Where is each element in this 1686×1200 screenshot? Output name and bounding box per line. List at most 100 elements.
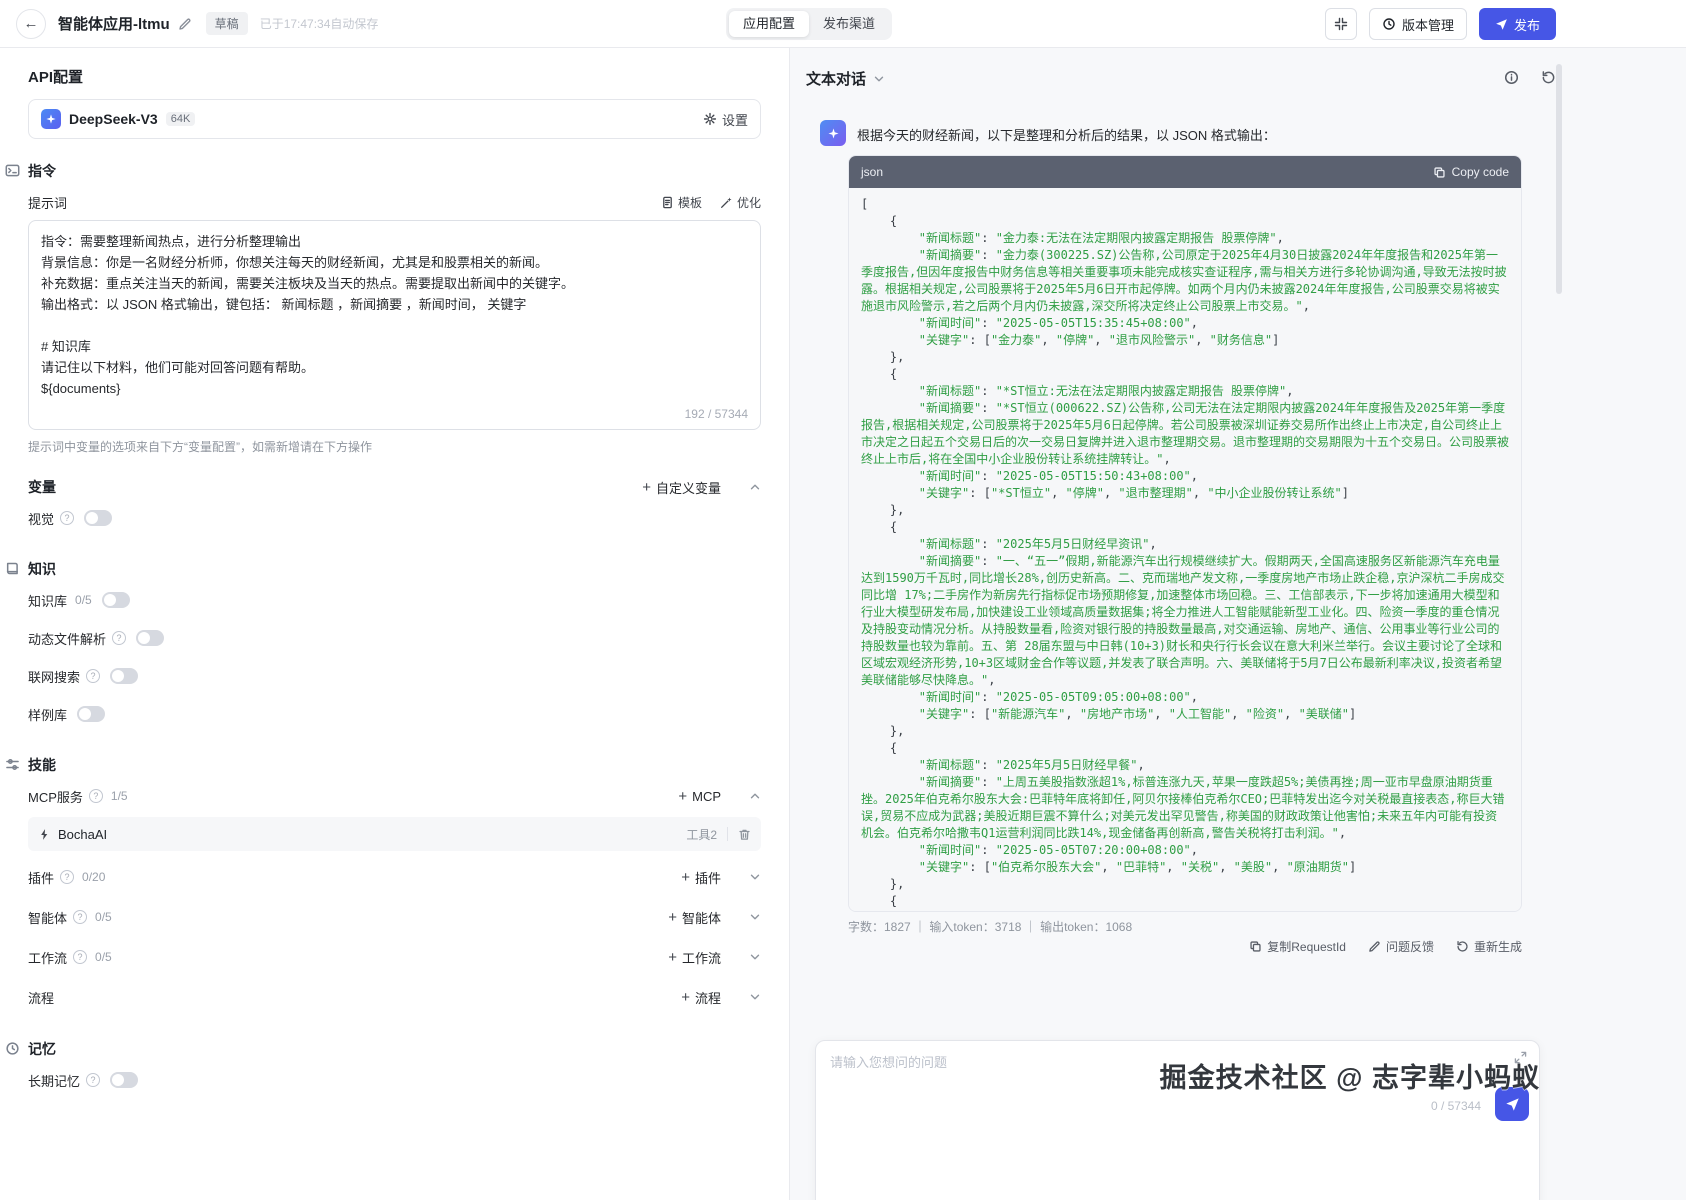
- web-search-label: 联网搜索: [28, 669, 81, 685]
- workflow-row: 工作流 0/5 + 工作流: [28, 937, 761, 977]
- add-flow-button[interactable]: + 流程: [681, 988, 721, 1007]
- refresh-icon[interactable]: [1541, 70, 1556, 85]
- book-icon: [5, 561, 20, 576]
- scrollbar-thumb[interactable]: [1556, 64, 1562, 294]
- add-agent-button[interactable]: + 智能体: [668, 908, 721, 927]
- api-config-panel: API配置 DeepSeek-V3 64K 设置 指令 提示词 模板 优化 指令…: [0, 48, 790, 1200]
- copy-request-id-button[interactable]: 复制RequestId: [1249, 938, 1346, 955]
- model-selector-card[interactable]: DeepSeek-V3 64K 设置: [28, 99, 761, 139]
- assistant-avatar: [820, 120, 846, 146]
- long-term-memory-label: 长期记忆: [28, 1073, 81, 1089]
- tab-app-config[interactable]: 应用配置: [729, 11, 810, 37]
- flow-label: 流程: [28, 990, 55, 1006]
- help-icon: [112, 631, 127, 645]
- plus-icon: +: [642, 478, 651, 496]
- message-actions: 复制RequestId 问题反馈 重新生成: [848, 938, 1522, 955]
- chat-preview-panel: 文本对话 根据今天的财经新闻，以下是整理和分析后的结果，以 JSON 格式输出：: [790, 48, 1686, 1200]
- variables-collapse-chevron-icon[interactable]: [749, 481, 761, 493]
- long-term-memory-toggle[interactable]: [110, 1072, 139, 1088]
- optimize-label: 优化: [736, 196, 761, 210]
- prompt-editor: 指令：需要整理新闻热点，进行分析整理输出 背景信息：你是一名财经分析师，你想关注…: [28, 220, 761, 430]
- agent-row: 智能体 0/5 + 智能体: [28, 897, 761, 937]
- prompt-label: 提示词: [28, 196, 68, 211]
- help-icon: [60, 511, 75, 525]
- plus-icon: +: [681, 868, 690, 886]
- code-content: [ { "新闻标题": "金力泰:无法在法定期限内披露定期报告 股票停牌", "…: [861, 197, 1510, 908]
- mcp-item-name: BochaAI: [58, 826, 108, 842]
- prompt-header-row: 提示词 模板 优化: [28, 193, 761, 212]
- pencil-icon: [1368, 940, 1381, 953]
- api-config-title: API配置: [28, 69, 84, 86]
- plus-icon: +: [668, 908, 677, 926]
- help-icon: [73, 910, 88, 924]
- chat-mode-selector[interactable]: 文本对话: [806, 68, 885, 89]
- model-settings-label: 设置: [721, 112, 748, 128]
- back-button[interactable]: ←: [16, 8, 46, 39]
- divider: [727, 827, 728, 841]
- dynamic-file-toggle[interactable]: [136, 630, 165, 646]
- assistant-message: 根据今天的财经新闻，以下是整理和分析后的结果，以 JSON 格式输出：: [820, 120, 1524, 146]
- mcp-service-count: 1/5: [110, 789, 128, 803]
- vision-toggle[interactable]: [84, 510, 113, 526]
- feedback-button[interactable]: 问题反馈: [1368, 938, 1434, 955]
- collapse-layout-button[interactable]: [1324, 8, 1357, 40]
- prompt-char-counter: 192 / 57344: [684, 407, 748, 421]
- code-block-body[interactable]: [ { "新闻标题": "金力泰:无法在法定期限内披露定期报告 股票停牌", "…: [849, 188, 1521, 911]
- dynamic-file-row: 动态文件解析: [28, 619, 761, 657]
- assistant-message-text: 根据今天的财经新闻，以下是整理和分析后的结果，以 JSON 格式输出：: [857, 128, 1276, 143]
- knowledge-title: 知识: [28, 561, 56, 577]
- back-icon: ←: [23, 15, 39, 32]
- trash-icon[interactable]: [738, 828, 751, 841]
- regenerate-label: 重新生成: [1473, 940, 1522, 954]
- mcp-collapse-chevron-icon[interactable]: [749, 790, 761, 802]
- help-icon: [88, 789, 103, 803]
- plus-icon: +: [681, 988, 690, 1006]
- tab-publish-channel[interactable]: 发布渠道: [809, 11, 889, 37]
- copy-icon: [1433, 166, 1446, 179]
- version-manage-button[interactable]: 版本管理: [1368, 8, 1467, 40]
- plugin-expand-chevron-icon[interactable]: [749, 871, 761, 883]
- help-icon: [86, 1073, 101, 1087]
- copy-code-label: Copy code: [1451, 165, 1509, 179]
- flow-expand-chevron-icon[interactable]: [749, 991, 761, 1003]
- main-layout: API配置 DeepSeek-V3 64K 设置 指令 提示词 模板 优化 指令…: [0, 48, 1686, 1200]
- workflow-expand-chevron-icon[interactable]: [749, 951, 761, 963]
- model-context-badge: 64K: [165, 112, 196, 126]
- web-search-toggle[interactable]: [110, 668, 139, 684]
- copy-code-button[interactable]: Copy code: [1433, 165, 1509, 179]
- version-manage-label: 版本管理: [1401, 17, 1454, 33]
- add-mcp-button[interactable]: + MCP: [678, 789, 721, 804]
- code-block-header: json Copy code: [849, 156, 1521, 188]
- prompt-input[interactable]: 指令：需要整理新闻热点，进行分析整理输出 背景信息：你是一名财经分析师，你想关注…: [29, 221, 760, 429]
- vision-label: 视觉: [28, 511, 55, 527]
- add-custom-variable-button[interactable]: + 自定义变量: [642, 478, 721, 497]
- sliders-icon: [5, 757, 20, 772]
- regenerate-button[interactable]: 重新生成: [1456, 938, 1522, 955]
- publish-button[interactable]: 发布: [1478, 8, 1556, 40]
- model-settings-button[interactable]: 设置: [703, 110, 748, 129]
- web-search-row: 联网搜索: [28, 657, 761, 695]
- edit-title-icon[interactable]: [178, 17, 192, 31]
- long-term-memory-row: 长期记忆: [28, 1061, 761, 1099]
- autosave-status: 已于17:47:34自动保存: [259, 17, 379, 31]
- add-custom-variable-label: 自定义变量: [655, 480, 721, 496]
- mcp-service-label: MCP服务: [28, 789, 83, 805]
- info-icon[interactable]: [1504, 70, 1519, 85]
- section-variables: 变量 + 自定义变量: [28, 475, 761, 499]
- section-skills: 技能: [6, 753, 761, 777]
- chevron-down-icon: [873, 73, 885, 85]
- header-actions: 版本管理 发布: [1324, 8, 1556, 40]
- plugin-label: 插件: [28, 870, 55, 886]
- version-history-icon: [1382, 17, 1396, 31]
- template-button[interactable]: 模板: [661, 194, 702, 211]
- add-plugin-button[interactable]: + 插件: [681, 868, 721, 887]
- optimize-button[interactable]: 优化: [720, 194, 761, 211]
- draft-badge: 草稿: [205, 12, 248, 35]
- agent-expand-chevron-icon[interactable]: [749, 911, 761, 923]
- plugin-row: 插件 0/20 + 插件: [28, 857, 761, 897]
- sample-library-toggle[interactable]: [77, 706, 106, 722]
- mcp-item-bochaai[interactable]: BochaAI 工具2: [28, 817, 761, 851]
- add-workflow-button[interactable]: + 工作流: [668, 948, 721, 967]
- knowledge-base-toggle[interactable]: [101, 592, 130, 608]
- instruction-title: 指令: [28, 163, 56, 179]
